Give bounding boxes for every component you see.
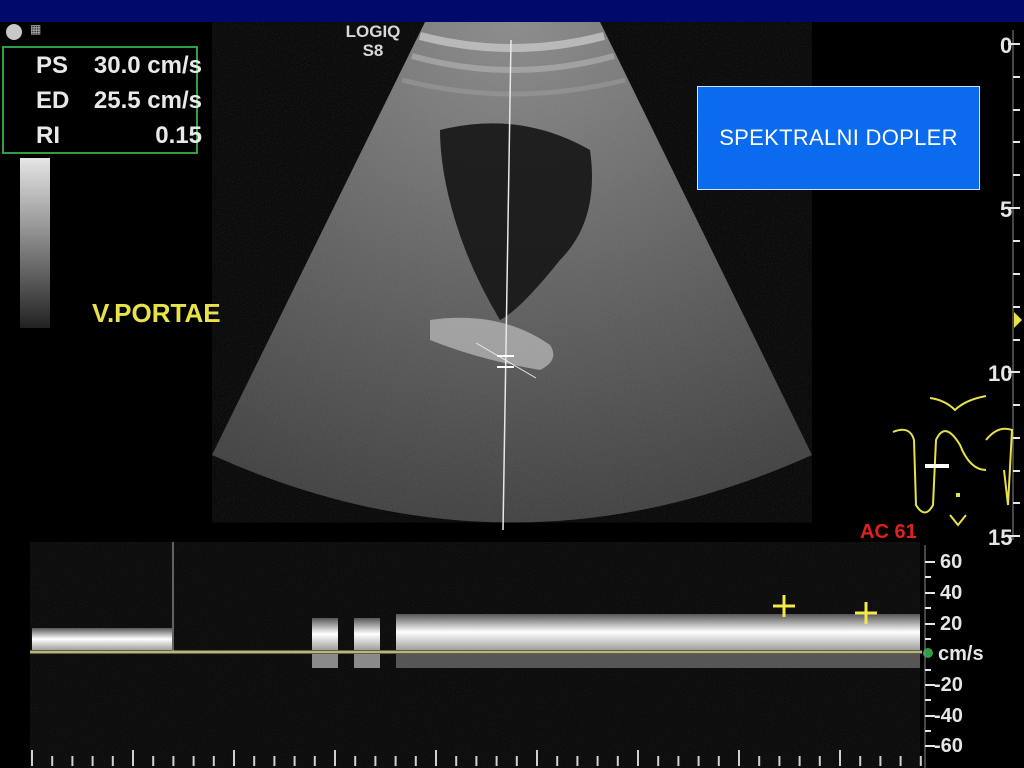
device-label: LOGIQ S8 <box>338 22 408 60</box>
device-submodel: S8 <box>362 41 384 60</box>
spectrum-reflection <box>396 654 920 668</box>
spectrum-reflection <box>312 654 338 668</box>
focus-marker-icon <box>1014 312 1022 328</box>
spectrum-segment <box>32 628 172 650</box>
spectrum-reflection <box>354 654 380 668</box>
velocity-label: -20 <box>934 674 963 696</box>
velocity-label: -60 <box>934 735 963 757</box>
ecg-dot <box>956 493 960 497</box>
ac-label: AC 61 <box>860 521 917 543</box>
ecg-trace <box>892 395 1014 527</box>
spectrum-segment <box>396 614 920 650</box>
spectrum-segment <box>312 618 338 650</box>
velocity-label: -40 <box>934 705 963 727</box>
depth-label-5: 5 <box>1000 197 1013 222</box>
sweep-gap <box>172 542 174 652</box>
vessel-label: V.PORTAE <box>92 298 221 328</box>
depth-label-10: 10 <box>988 361 1013 386</box>
depth-label-15: 15 <box>988 525 1013 550</box>
title-box: SPEKTRALNI DOPLER <box>697 86 980 190</box>
velocity-label: 20 <box>940 613 963 635</box>
velocity-label: 40 <box>940 582 963 604</box>
depth-label-0: 0 <box>1000 33 1013 58</box>
velocity-label: 60 <box>940 551 963 573</box>
velocity-unit: cm/s <box>938 643 984 665</box>
ecg-marker <box>925 464 949 468</box>
device-model: LOGIQ <box>345 22 401 41</box>
spectrum-segment <box>354 618 380 650</box>
